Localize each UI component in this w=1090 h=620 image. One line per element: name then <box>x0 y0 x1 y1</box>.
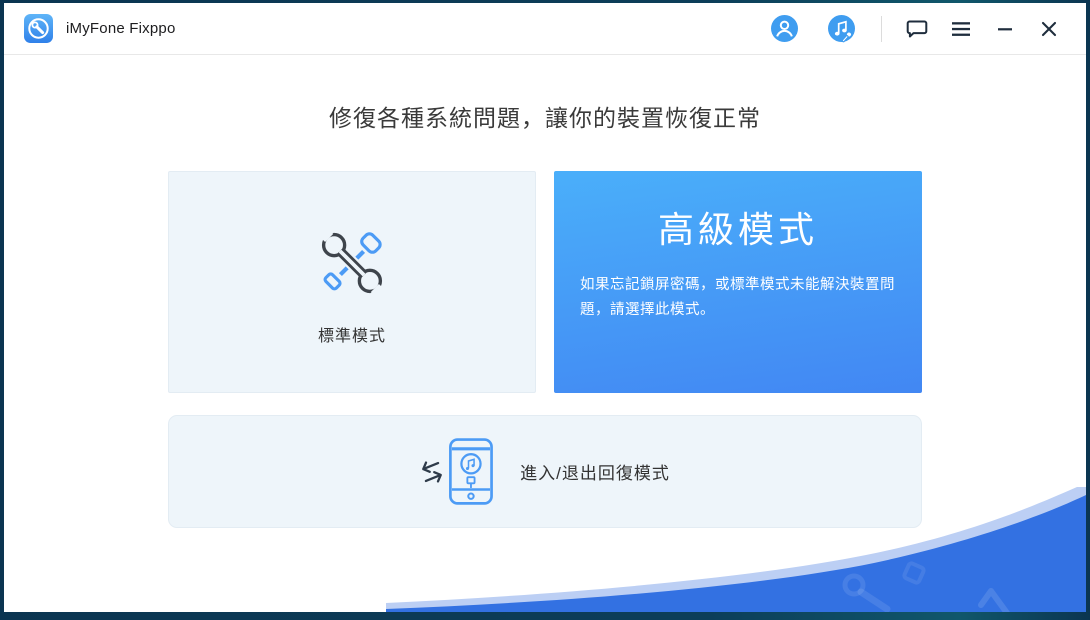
wrench-screwdriver-icon <box>314 223 390 303</box>
page-title: 修復各種系統問題，讓你的裝置恢復正常 <box>329 105 761 131</box>
account-button[interactable] <box>767 11 802 46</box>
feedback-button[interactable] <box>900 12 934 46</box>
minimize-button[interactable] <box>988 12 1022 46</box>
phone-itunes-icon <box>449 437 494 505</box>
menu-button[interactable] <box>944 12 978 46</box>
itunes-repair-icon <box>828 14 855 42</box>
advanced-mode-title: 高級模式 <box>657 210 818 251</box>
standard-mode-card[interactable]: 標準模式 <box>168 171 536 393</box>
recovery-mode-card[interactable]: 進入/退出回復模式 <box>168 415 922 528</box>
advanced-mode-description: 如果忘記鎖屏密碼，或標準模式未能解決裝置問題，請選擇此模式。 <box>580 277 895 319</box>
titlebar: iMyFone Fixppo <box>4 3 1086 55</box>
advanced-mode-card[interactable]: 高級模式 如果忘記鎖屏密碼，或標準模式未能解決裝置問題，請選擇此模式。 <box>554 171 922 393</box>
app-title: iMyFone Fixppo <box>66 20 176 37</box>
app-logo-icon <box>24 14 53 43</box>
close-icon <box>1041 21 1057 36</box>
recovery-mode-label: 進入/退出回復模式 <box>520 464 670 483</box>
close-button[interactable] <box>1032 12 1066 46</box>
transfer-arrows-icon <box>422 460 443 483</box>
itunes-repair-button[interactable] <box>824 11 863 47</box>
feedback-chat-icon <box>906 20 928 37</box>
user-account-icon <box>771 15 798 42</box>
phone-recovery-icon <box>420 437 498 507</box>
standard-mode-label: 標準模式 <box>317 328 386 345</box>
hamburger-menu-icon <box>952 21 970 36</box>
minimize-icon <box>998 27 1012 30</box>
app-window: iMyFone Fixppo 修復各種系統問題，讓你的裝置恢復正常 標準模式 高… <box>4 3 1086 612</box>
mode-cards-row: 標準模式 高級模式 如果忘記鎖屏密碼，或標準模式未能解決裝置問題，請選擇此模式。 <box>168 171 922 393</box>
titlebar-divider <box>881 15 882 42</box>
main-content: 修復各種系統問題，讓你的裝置恢復正常 標準模式 高級模式 如果忘記鎖屏密碼，或標… <box>4 55 1086 612</box>
